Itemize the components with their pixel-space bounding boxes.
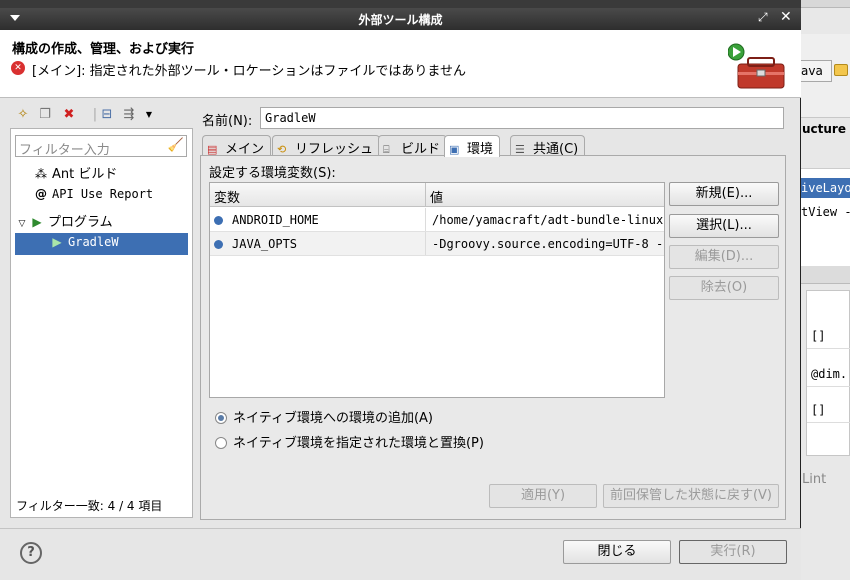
column-divider: [425, 208, 426, 231]
tree-item-api-report[interactable]: @ API Use Report: [33, 187, 153, 209]
ide-outline-item[interactable]: tView -: [801, 205, 850, 219]
external-tools-dialog: 外部ツール構成 ⤢ ✕ 構成の作成、管理、および実行 ✕ [メイン]: 指定され…: [0, 0, 801, 580]
ide-panel-separator: [800, 266, 850, 284]
variable-name: ANDROID_HOME: [232, 213, 319, 227]
table-header: 変数 値: [210, 183, 664, 207]
program-icon: ▶: [32, 215, 42, 229]
env-variables-table: 変数 値 ANDROID_HOME /home/yamacraft/adt-bu…: [209, 182, 665, 398]
help-icon[interactable]: ?: [20, 542, 42, 564]
radio-label: ネイティブ環境への環境の追加(A): [233, 411, 433, 426]
name-label: 名前(N):: [202, 114, 253, 129]
tab-common[interactable]: ☰ 共通(C): [510, 135, 586, 157]
window-title: 外部ツール構成: [358, 13, 443, 27]
revert-button[interactable]: 前回保管した状態に戻す(V): [603, 484, 779, 508]
select-variable-button[interactable]: 選択(L)...: [669, 214, 779, 238]
variable-icon: [214, 240, 223, 249]
duplicate-icon[interactable]: ❐: [36, 106, 54, 124]
variable-icon: [214, 216, 223, 225]
table-row[interactable]: JAVA_OPTS -Dgroovy.source.encoding=UTF-8…: [210, 232, 664, 256]
config-tabs: ▤ メイン ⟲ リフレッシュ ⌸ ビルド ▣ 環境 ☰ 共通(C): [202, 135, 802, 157]
column-divider: [425, 183, 426, 207]
ide-properties-table: [] @dim... []: [806, 290, 850, 456]
tree-item-label: API Use Report: [52, 187, 154, 201]
filter-input[interactable]: フィルター入力 🧹: [15, 135, 187, 158]
toolbox-icon: [728, 43, 785, 89]
new-config-icon[interactable]: ✧: [14, 106, 32, 124]
tree-item-label: Ant ビルド: [52, 167, 118, 182]
ide-perspective-java[interactable]: ava: [798, 60, 832, 82]
tab-refresh[interactable]: ⟲ リフレッシュ: [272, 135, 381, 157]
variable-value: /home/yamacraft/adt-bundle-linux-: [432, 213, 664, 227]
ide-lint-tab[interactable]: Lint: [802, 472, 826, 487]
ant-icon: ⁂: [35, 167, 47, 181]
dialog-header: 構成の作成、管理、および実行 ✕ [メイン]: 指定された外部ツール・ロケーショ…: [0, 30, 801, 98]
env-variables-label: 設定する環境変数(S):: [209, 166, 336, 181]
api-report-icon: @: [35, 187, 47, 201]
remove-variable-button[interactable]: 除去(O): [669, 276, 779, 300]
variable-value: -Dgroovy.source.encoding=UTF-8 -D: [432, 237, 664, 251]
edit-variable-button[interactable]: 編集(D)...: [669, 245, 779, 269]
ide-outline-selected[interactable]: iveLayo: [800, 178, 850, 198]
close-icon[interactable]: ✕: [780, 9, 792, 25]
error-message: [メイン]: 指定された外部ツール・ロケーションはファイルではありません: [32, 64, 467, 79]
column-divider: [425, 232, 426, 255]
radio-label: ネイティブ環境を指定された環境と置換(P): [233, 436, 484, 451]
delete-icon[interactable]: ✖: [60, 106, 78, 124]
chevron-down-icon[interactable]: ▽: [17, 219, 27, 229]
maximize-icon[interactable]: ⤢: [758, 10, 768, 25]
variable-name: JAVA_OPTS: [232, 237, 298, 251]
ide-property-row[interactable]: @dim...: [807, 363, 850, 387]
clear-filter-icon[interactable]: 🧹: [168, 138, 184, 153]
table-row[interactable]: ANDROID_HOME /home/yamacraft/adt-bundle-…: [210, 208, 664, 232]
config-toolbar: ✧ ❐ ✖ | ⊟ ⇶ ▼: [12, 104, 192, 126]
header-title: 構成の作成、管理、および実行: [12, 42, 195, 57]
folder-icon[interactable]: [834, 64, 848, 76]
title-bar: 外部ツール構成 ⤢ ✕: [0, 8, 801, 30]
tree-item-gradlew[interactable]: ▶ GradleW: [15, 233, 188, 255]
environment-panel: 設定する環境変数(S): 変数 値 ANDROID_HOME /home/yam…: [200, 155, 786, 520]
append-env-radio[interactable]: ネイティブ環境への環境の追加(A): [215, 407, 433, 427]
tab-label: 環境: [467, 142, 494, 157]
filter-count: フィルター一致: 4 / 4 項目: [16, 499, 163, 513]
column-header-value[interactable]: 値: [430, 187, 443, 206]
name-field[interactable]: GradleW: [260, 107, 784, 129]
background-ide-window: ava ucture iveLayo tView - [] @dim... []…: [798, 0, 850, 580]
ide-top-strip: [800, 0, 850, 8]
filter-placeholder: フィルター入力: [19, 143, 110, 158]
radio-selected-icon: [215, 412, 227, 424]
close-button[interactable]: 閉じる: [563, 540, 671, 564]
tab-environment[interactable]: ▣ 環境: [444, 135, 501, 157]
replace-env-radio[interactable]: ネイティブ環境を指定された環境と置換(P): [215, 432, 484, 452]
collapse-all-icon[interactable]: ⊟: [98, 106, 116, 124]
ide-structure-title: ucture: [802, 122, 846, 136]
new-variable-button[interactable]: 新規(E)...: [669, 182, 779, 206]
dialog-footer: ? 閉じる 実行(R): [0, 528, 801, 580]
tab-main[interactable]: ▤ メイン: [202, 135, 272, 157]
apply-button[interactable]: 適用(Y): [489, 484, 597, 508]
tab-build[interactable]: ⌸ ビルド: [378, 135, 448, 157]
tree-item-ant[interactable]: ⁂ Ant ビルド: [33, 163, 117, 185]
column-header-variable[interactable]: 変数: [214, 187, 240, 206]
environment-tab-icon: ▣: [449, 143, 460, 156]
ide-property-row[interactable]: []: [807, 399, 850, 423]
filter-icon[interactable]: ⇶: [120, 106, 138, 124]
tree-item-program[interactable]: ▽ ▶ プログラム: [17, 211, 113, 233]
radio-unselected-icon: [215, 437, 227, 449]
error-icon: ✕: [11, 61, 25, 75]
ide-property-row[interactable]: []: [807, 325, 850, 349]
config-tree-pane: フィルター入力 🧹 ⁂ Ant ビルド @ API Use Report ▽ ▶ プログ…: [10, 128, 193, 518]
program-error-icon: ▶: [52, 235, 62, 249]
top-strip: [0, 0, 801, 8]
run-button[interactable]: 実行(R): [679, 540, 787, 564]
tree-item-label: プログラム: [48, 215, 113, 230]
tree-item-label: GradleW: [68, 235, 119, 249]
filter-dropdown-icon[interactable]: ▼: [140, 106, 158, 124]
